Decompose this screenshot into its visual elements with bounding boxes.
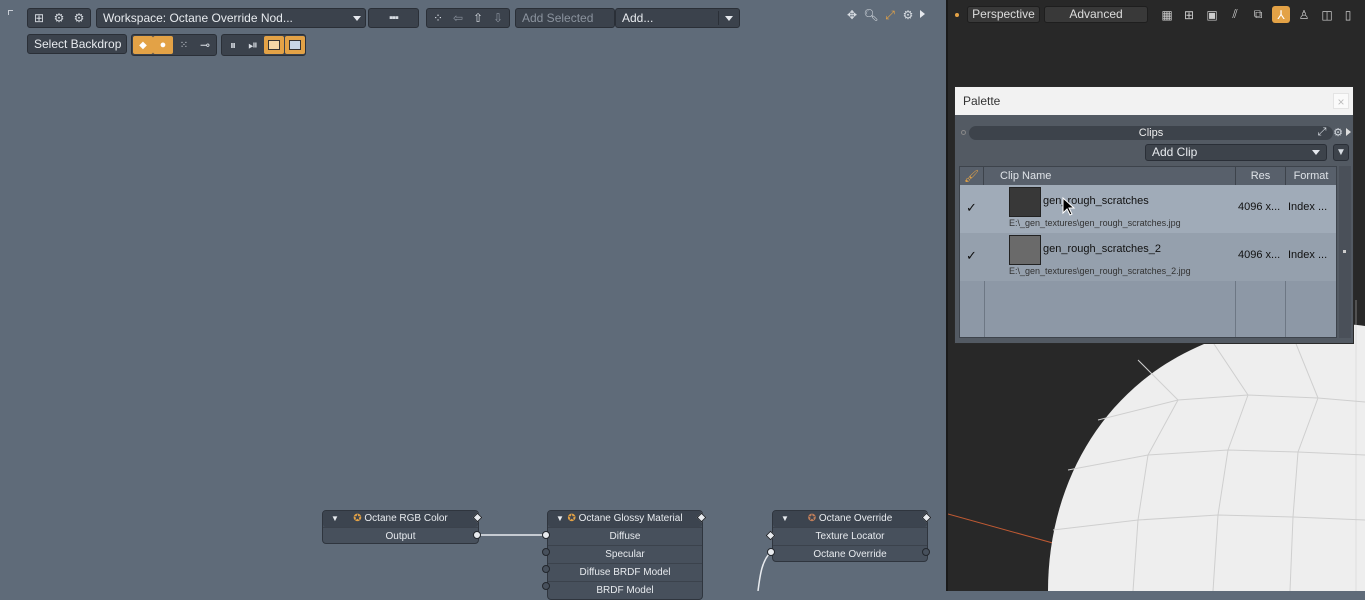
split-icon[interactable]: ◫ — [1319, 6, 1335, 23]
collapse-arrow-icon[interactable]: ▼ — [331, 511, 339, 527]
arrow-right-icon[interactable] — [1346, 128, 1351, 136]
overflow-icon[interactable]: ▯ — [1340, 6, 1356, 23]
clip-thumbnail — [1009, 187, 1041, 217]
column-clip-name[interactable]: Clip Name — [1000, 167, 1051, 185]
table-row[interactable]: ✓ gen_rough_scratches E:\_gen_textures\g… — [960, 185, 1336, 233]
column-label: Res — [1250, 170, 1271, 182]
table-header: 🖌︎ Clip Name Res Format — [960, 167, 1336, 185]
node-type-icon: ✪ — [353, 513, 365, 524]
clip-res: 4096 x... — [1238, 201, 1281, 213]
table-row[interactable]: ✓ gen_rough_scratches_2 E:\_gen_textures… — [960, 233, 1336, 281]
clip-path: E:\_gen_textures\gen_rough_scratches_2.j… — [1009, 266, 1191, 276]
clip-name: gen_rough_scratches_2 — [1043, 243, 1162, 255]
node-port-specular[interactable]: Specular — [548, 545, 702, 563]
node-port-output[interactable]: Output — [323, 527, 478, 545]
column-label: Clip Name — [1000, 170, 1052, 182]
scrollbar[interactable] — [1339, 166, 1351, 338]
wireframe-icon[interactable]: ⊞ — [1181, 6, 1197, 23]
check-icon[interactable]: ✓ — [966, 200, 977, 216]
viewport-menu-dot-icon[interactable] — [955, 13, 959, 17]
node-port-diffuse[interactable]: Diffuse — [548, 527, 702, 545]
frame-icon[interactable]: ⧉ — [1250, 6, 1266, 23]
clip-path: E:\_gen_textures\gen_rough_scratches.jpg — [1009, 218, 1181, 228]
clips-table: 🖌︎ Clip Name Res Format ✓ gen_rough_scra… — [959, 166, 1337, 338]
clip-format: Index ... — [1288, 201, 1328, 213]
column-label: Format — [1293, 170, 1329, 182]
collapse-arrow-icon[interactable]: ▼ — [556, 511, 564, 527]
port-label: Diffuse — [609, 531, 641, 542]
node-octane-rgb-color[interactable]: ▼ ✪ Octane RGB Color Output — [322, 510, 479, 544]
node-header[interactable]: ▼ ✪ Octane Override — [773, 511, 927, 527]
texture-icon[interactable]: ⫽ — [1227, 6, 1243, 23]
output-port[interactable] — [473, 531, 481, 539]
palette-window: Palette × Clips ⤢ ⚙ Add Clip ▼ 🖌︎ Clip N… — [954, 86, 1354, 344]
port-label: Octane Override — [813, 549, 887, 560]
add-clip-label: Add Clip — [1152, 145, 1198, 159]
advanced-button[interactable]: Advanced — [1044, 6, 1148, 23]
expand-icon[interactable]: ⤢ — [1315, 125, 1329, 139]
column-format[interactable]: Format — [1285, 167, 1336, 185]
node-title: Octane Glossy Material — [578, 513, 683, 524]
node-port-diffuse-brdf[interactable]: Diffuse BRDF Model — [548, 563, 702, 581]
port-label: Texture Locator — [815, 531, 885, 542]
node-type-icon: ✪ — [807, 513, 819, 524]
input-port[interactable] — [542, 548, 550, 556]
scroll-thumb[interactable] — [1343, 250, 1346, 253]
collapse-dot-icon[interactable] — [961, 130, 966, 135]
node-title: Octane RGB Color — [364, 513, 448, 524]
shaded-icon[interactable]: ▣ — [1204, 6, 1220, 23]
port-label: Output — [385, 531, 416, 542]
clip-format: Index ... — [1288, 249, 1328, 261]
clip-res: 4096 x... — [1238, 249, 1281, 261]
node-title: Octane Override — [818, 513, 893, 524]
port-label: Specular — [605, 549, 645, 560]
node-port-octane-override[interactable]: Octane Override — [773, 545, 927, 563]
clips-section-header[interactable]: Clips — [969, 126, 1333, 140]
input-port[interactable] — [767, 548, 775, 556]
perspective-button[interactable]: Perspective — [967, 6, 1040, 23]
palette-title: Palette — [963, 94, 1001, 108]
filter-icon[interactable]: ▼ — [1333, 144, 1349, 161]
perspective-label: Perspective — [972, 7, 1035, 21]
active-light-icon[interactable]: ⅄ — [1272, 6, 1290, 23]
node-type-icon: ✪ — [567, 513, 579, 524]
person-icon[interactable]: ♙ — [1296, 6, 1312, 23]
input-port[interactable] — [542, 565, 550, 573]
input-port[interactable] — [542, 582, 550, 590]
add-clip-dropdown[interactable]: Add Clip — [1145, 144, 1327, 161]
chevron-down-icon — [1312, 150, 1320, 155]
node-header[interactable]: ▼ ✪ Octane Glossy Material — [548, 511, 702, 527]
advanced-label: Advanced — [1069, 7, 1123, 21]
node-connections — [478, 534, 772, 591]
collapse-arrow-icon[interactable]: ▼ — [781, 511, 789, 527]
node-header[interactable]: ▼ ✪ Octane RGB Color — [323, 511, 478, 527]
mouse-cursor-icon — [1062, 197, 1076, 216]
node-octane-override[interactable]: ▼ ✪ Octane Override Texture Locator Octa… — [772, 510, 928, 562]
brush-icon[interactable]: 🖌︎ — [960, 167, 984, 185]
node-port-brdf-model[interactable]: BRDF Model — [548, 581, 702, 599]
node-octane-glossy-material[interactable]: ▼ ✪ Octane Glossy Material Diffuse Specu… — [547, 510, 703, 600]
gear-icon[interactable]: ⚙ — [1331, 125, 1345, 139]
palette-titlebar[interactable]: Palette — [955, 87, 1353, 115]
clip-name: gen_rough_scratches — [1043, 195, 1149, 207]
close-icon[interactable]: × — [1333, 93, 1349, 109]
port-label: Diffuse BRDF Model — [579, 567, 671, 578]
output-port[interactable] — [922, 548, 930, 556]
node-port-texture-locator[interactable]: Texture Locator — [773, 527, 927, 545]
clip-thumbnail — [1009, 235, 1041, 265]
check-icon[interactable]: ✓ — [966, 248, 977, 264]
clips-section-label: Clips — [1138, 127, 1164, 139]
column-res[interactable]: Res — [1235, 167, 1285, 185]
grid-icon[interactable]: ▦ — [1159, 6, 1175, 23]
input-port[interactable] — [542, 531, 550, 539]
